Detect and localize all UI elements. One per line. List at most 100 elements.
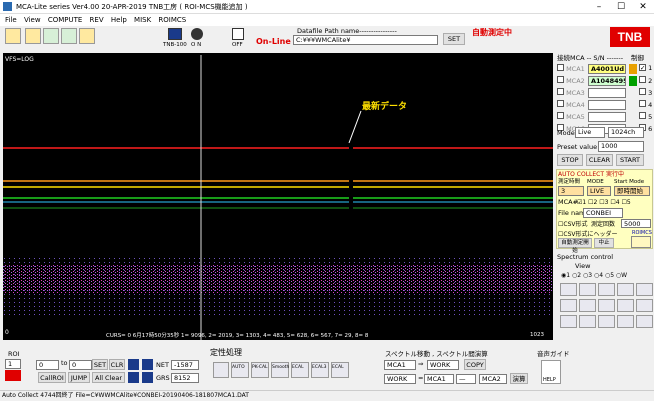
- roi-set-button[interactable]: SET: [92, 359, 108, 370]
- datafile-path-input[interactable]: C:¥¥¥WMCAlite¥: [293, 35, 438, 45]
- roi-to-input[interactable]: 0: [69, 360, 92, 370]
- peak-left-icon[interactable]: [128, 359, 139, 370]
- start-button[interactable]: START: [616, 154, 644, 166]
- cursor-icon[interactable]: [579, 283, 596, 296]
- menu-roimcs[interactable]: ROIMCS: [158, 14, 186, 26]
- compress-icon[interactable]: [579, 299, 596, 312]
- menu-compute[interactable]: COMPUTE: [48, 14, 82, 26]
- pk-cal-button[interactable]: PK-CAL: [251, 362, 269, 378]
- channel-select[interactable]: 1024ch: [608, 127, 644, 138]
- qualitative-icon[interactable]: [213, 362, 229, 378]
- calc-operator-select[interactable]: —: [456, 374, 476, 384]
- auto-calc-button[interactable]: AUTO: [231, 362, 249, 378]
- auto-stop-button[interactable]: 中止: [594, 238, 614, 248]
- scale-up-icon[interactable]: [617, 283, 634, 296]
- status-bar: Auto Collect 4744回終了 File=C¥WWMCAlite¥CO…: [0, 390, 654, 400]
- zoom-in-icon[interactable]: [560, 283, 577, 296]
- peak-right-icon[interactable]: [142, 359, 153, 370]
- latest-gap: [349, 143, 353, 213]
- roi-clr-button[interactable]: CLR: [109, 359, 125, 370]
- excel-export-icon[interactable]: [61, 28, 77, 44]
- mca2-sn: A1048495: [588, 76, 626, 86]
- minimize-button[interactable]: –: [588, 0, 610, 14]
- vfs-scale-label: VFS=LOG: [5, 56, 34, 63]
- start-mode-select[interactable]: 即時開始: [614, 186, 650, 196]
- mca1-color: [629, 64, 637, 74]
- move-source-select[interactable]: MCA1: [384, 360, 416, 370]
- help-label: HELP: [543, 377, 556, 383]
- copy-button[interactable]: COPY: [464, 359, 486, 370]
- on-label: O N: [191, 42, 202, 48]
- open-folder-icon[interactable]: [5, 28, 21, 44]
- preset-input[interactable]: 1000: [598, 141, 644, 152]
- title-bar: MCA-Lite series Ver4.00 20-APR-2019 TNB工…: [0, 0, 654, 14]
- cursor-readout: CURS= 0 6月17時50分35秒 1= 9096, 2= 2019, 3=…: [106, 333, 369, 339]
- file-name-input[interactable]: CONBEI: [583, 208, 623, 218]
- window-title: MCA-Lite series Ver4.00 20-APR-2019 TNB工…: [16, 3, 248, 11]
- spectrum-canvas[interactable]: VFS=LOG 最新データ: [3, 53, 553, 340]
- stop-button[interactable]: STOP: [557, 154, 583, 166]
- close-button[interactable]: ✕: [632, 0, 654, 14]
- roi-number[interactable]: 1: [5, 359, 21, 369]
- spectrum-plot[interactable]: VFS=LOG 最新データ 0 CURS= 0 6月17時50分35秒 1= 9…: [3, 53, 553, 340]
- menu-view[interactable]: View: [24, 14, 41, 26]
- control-panel: 接続MCA -- S/N ------- 制御 MCA1 A4001Ud ✓ 1…: [555, 53, 654, 343]
- mca-num-checks[interactable]: ☑1 ☐2 ☐3 ☐4 ☐5: [577, 198, 631, 207]
- log-icon[interactable]: [579, 315, 596, 328]
- expand-icon[interactable]: [636, 283, 653, 296]
- save-excel-icon[interactable]: [43, 28, 59, 44]
- jump-button[interactable]: JUMP: [68, 372, 90, 383]
- roimcs-icon[interactable]: [631, 236, 651, 248]
- clear-button[interactable]: CLEAR: [586, 154, 613, 166]
- roi-from-input[interactable]: 0: [36, 360, 59, 370]
- online-status: On-Line: [256, 37, 291, 46]
- menu-misk[interactable]: MISK: [134, 14, 151, 26]
- ecal3-button[interactable]: ECAL3: [311, 362, 329, 378]
- callroi-button[interactable]: CallROI: [38, 372, 66, 383]
- full-scale-icon[interactable]: [560, 315, 577, 328]
- datafile-set-button[interactable]: SET: [443, 33, 465, 45]
- auto-start-button[interactable]: 自動測定開始: [558, 238, 592, 254]
- maximize-button[interactable]: ☐: [610, 0, 632, 14]
- scale-down-icon[interactable]: [636, 299, 653, 312]
- menu-rev[interactable]: REV: [90, 14, 104, 26]
- table-icon[interactable]: [617, 299, 634, 312]
- mca5-sn: [588, 112, 626, 122]
- csv-check[interactable]: ☐CSV形式: [558, 220, 588, 229]
- csv-times-label: 測定回数: [591, 221, 616, 228]
- peak-icon[interactable]: [598, 283, 615, 296]
- tnb100-device-icon[interactable]: [168, 28, 182, 40]
- menu-file[interactable]: File: [5, 14, 17, 26]
- dots-icon[interactable]: [617, 315, 634, 328]
- mca2-color: [629, 76, 637, 86]
- menu-help[interactable]: Help: [111, 14, 127, 26]
- peak-left2-icon[interactable]: [128, 372, 139, 383]
- ecal-2-button[interactable]: ECAL: [331, 362, 349, 378]
- smooth-button[interactable]: Smooth: [271, 362, 289, 378]
- off-switch-icon[interactable]: [232, 28, 244, 40]
- calc-button[interactable]: 演算: [510, 373, 528, 384]
- mode-live-select[interactable]: LIVE: [587, 186, 611, 196]
- all-clear-button[interactable]: All Clear: [92, 372, 125, 383]
- peak2-icon[interactable]: [598, 299, 615, 312]
- overlay-icon[interactable]: [636, 315, 653, 328]
- ecal-button[interactable]: ECAL: [291, 362, 309, 378]
- mca-num-label: MCA#: [558, 198, 579, 206]
- peak-right2-icon[interactable]: [142, 372, 153, 383]
- roi-label: ROI: [8, 350, 20, 358]
- calc-result-select[interactable]: WORK: [384, 374, 416, 384]
- open-folder-2-icon[interactable]: [25, 28, 41, 44]
- view-radio-group[interactable]: ◉1 ○2 ○3 ○4 ○5 ○W: [561, 271, 627, 280]
- mode-select[interactable]: Live: [575, 127, 605, 138]
- on-switch-icon[interactable]: [191, 28, 203, 40]
- grs-value: 8152: [171, 373, 199, 383]
- move-target-select[interactable]: WORK: [427, 360, 459, 370]
- measure-time-input[interactable]: 3: [558, 186, 584, 196]
- lin-icon[interactable]: [598, 315, 615, 328]
- calc-operand2-select[interactable]: MCA2: [479, 374, 507, 384]
- csv-times-input[interactable]: 5000: [621, 219, 651, 228]
- tnb100-label: TNB-100: [163, 42, 187, 48]
- left-right-icon[interactable]: [560, 299, 577, 312]
- load-icon[interactable]: [79, 28, 95, 44]
- calc-operand1-select[interactable]: MCA1: [424, 374, 454, 384]
